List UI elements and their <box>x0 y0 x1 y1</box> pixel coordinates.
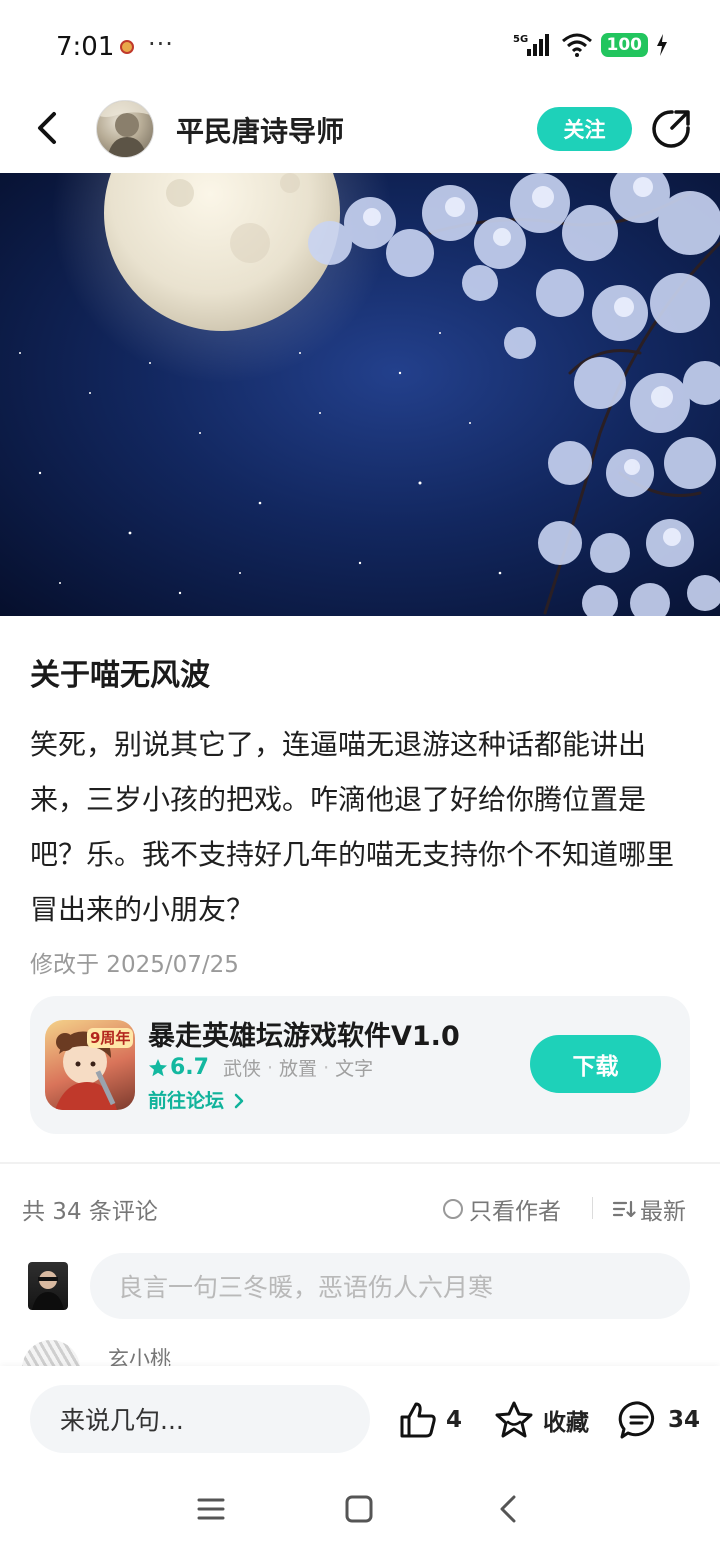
game-card[interactable]: 9周年 暴走英雄坛游戏软件V1.0 6.7 武侠 · 放置 · 文字 前往论坛 … <box>30 996 690 1134</box>
author-name[interactable]: 平民唐诗导师 <box>176 110 344 150</box>
game-tag: 武侠 <box>222 1058 261 1080</box>
battery-indicator: 100 <box>600 33 648 57</box>
cellular-signal-icon: 5G <box>513 34 549 56</box>
game-icon[interactable]: 9周年 <box>45 1020 135 1110</box>
favorite-button[interactable]: 收藏 <box>493 1400 589 1440</box>
follow-button[interactable]: 关注 <box>537 107 632 151</box>
home-icon[interactable] <box>344 1494 374 1524</box>
chevron-right-icon <box>234 1093 243 1109</box>
top-nav: 平民唐诗导师 关注 <box>0 96 720 172</box>
system-navigation <box>0 1494 720 1538</box>
more-notifications-icon: ··· <box>148 30 174 58</box>
recent-apps-icon[interactable] <box>197 1494 225 1524</box>
download-button[interactable]: 下载 <box>530 1035 661 1093</box>
thumbs-up-icon <box>400 1402 436 1438</box>
comments-button[interactable]: 34 <box>618 1400 700 1440</box>
status-icons: 5G 100 <box>513 32 669 58</box>
comment-total: 34 <box>668 1407 701 1433</box>
sort-icon <box>612 1200 636 1218</box>
game-rating-value: 6.7 <box>170 1055 209 1080</box>
current-user-avatar[interactable] <box>28 1262 68 1310</box>
charging-icon <box>657 34 667 56</box>
author-avatar[interactable] <box>96 100 154 158</box>
sort-toggle[interactable]: 最新 <box>612 1192 686 1226</box>
game-icon-badge: 9周年 <box>87 1028 134 1048</box>
game-meta: 6.7 武侠 · 放置 · 文字 <box>148 1054 379 1081</box>
status-time: 7:01 <box>56 32 115 62</box>
game-tag: 放置 <box>279 1058 318 1080</box>
comment-count: 共 34 条评论 <box>22 1199 158 1225</box>
star-outline-icon <box>495 1401 533 1438</box>
back-icon[interactable] <box>28 108 68 148</box>
status-bar: 7:01 ··· 5G 100 <box>0 0 720 96</box>
reply-input[interactable]: 来说几句... <box>30 1385 370 1453</box>
forum-link[interactable]: 前往论坛 <box>148 1086 245 1113</box>
forum-link-label: 前往论坛 <box>148 1090 225 1112</box>
favorite-label: 收藏 <box>543 1410 589 1436</box>
post-body: 笑死，别说其它了，连逼喵无退游这种话都能讲出来，三岁小孩的把戏。咋滴他退了好给你… <box>30 728 675 926</box>
like-count: 4 <box>446 1407 463 1433</box>
tag-separator: · <box>323 1056 330 1079</box>
star-icon <box>149 1058 167 1076</box>
chat-bubble-icon <box>618 1401 655 1439</box>
post-title: 关于喵无风波 <box>30 658 210 693</box>
system-back-icon[interactable] <box>496 1494 520 1524</box>
edited-timestamp: 修改于 2025/07/25 <box>30 952 239 978</box>
bottom-action-bar: 来说几句... 4 收藏 34 <box>0 1366 720 1559</box>
vertical-divider <box>592 1197 593 1219</box>
tag-separator: · <box>267 1056 274 1079</box>
sort-label: 最新 <box>640 1199 686 1225</box>
cover-image[interactable] <box>0 173 720 616</box>
only-author-toggle[interactable]: 只看作者 <box>443 1192 561 1226</box>
wifi-icon <box>561 33 592 57</box>
share-icon[interactable] <box>650 108 692 150</box>
game-name[interactable]: 暴走英雄坛游戏软件V1.0 <box>148 1014 460 1053</box>
only-author-label: 只看作者 <box>469 1199 561 1225</box>
comment-input[interactable]: 良言一句三冬暖，恶语伤人六月寒 <box>90 1253 690 1319</box>
network-type: 5G <box>513 34 528 45</box>
moon-blossom-illustration <box>19 173 720 616</box>
radio-circle-icon <box>443 1199 463 1219</box>
section-divider <box>0 1162 720 1164</box>
notification-icon <box>120 40 134 54</box>
game-tag: 文字 <box>335 1058 374 1080</box>
like-button[interactable]: 4 <box>398 1400 462 1440</box>
game-rating: 6.7 <box>148 1055 209 1080</box>
